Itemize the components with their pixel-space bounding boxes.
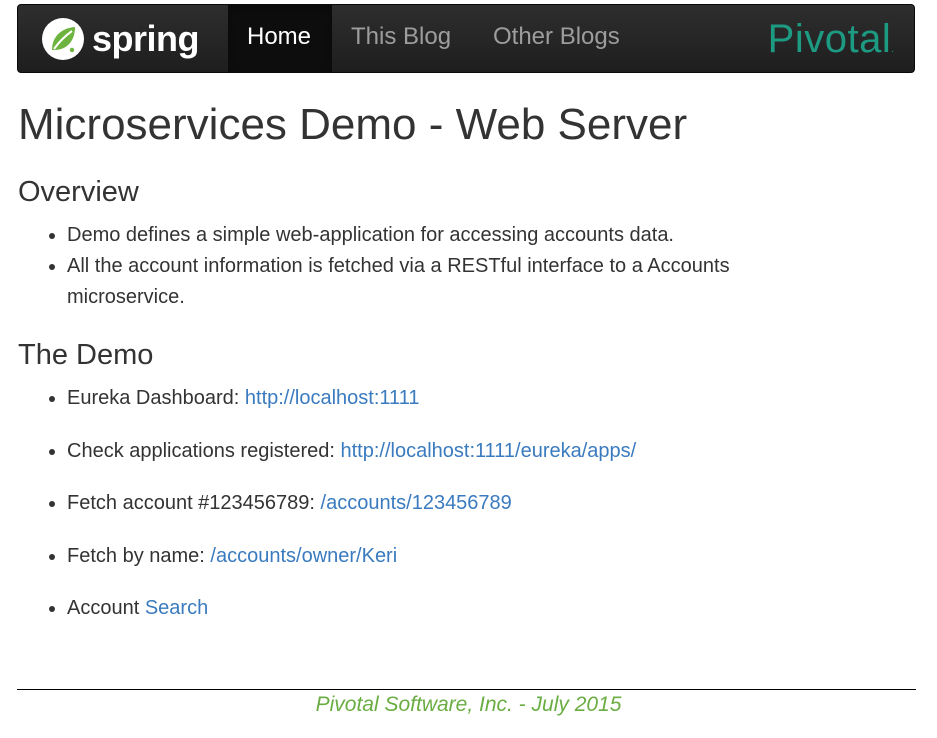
overview-heading: Overview	[18, 176, 139, 208]
overview-list: Demo defines a simple web-application fo…	[27, 220, 827, 313]
spring-wordmark: spring	[92, 18, 200, 59]
spring-logo[interactable]: spring	[42, 16, 200, 62]
list-item: All the account information is fetched v…	[67, 251, 827, 313]
list-item: Demo defines a simple web-application fo…	[67, 220, 827, 251]
list-item-label: Fetch account #123456789:	[67, 492, 321, 514]
account-search-link[interactable]: Search	[145, 597, 208, 619]
fetch-by-name-link[interactable]: /accounts/owner/Keri	[210, 545, 397, 567]
top-navbar: spring Home This Blog Other Blogs Pivota…	[17, 4, 915, 73]
demo-heading: The Demo	[18, 339, 154, 371]
nav-home[interactable]: Home	[228, 5, 332, 72]
fetch-account-link[interactable]: /accounts/123456789	[321, 492, 512, 514]
pivotal-wordmark: Pivotal	[767, 17, 892, 61]
footer-copyright: Pivotal Software, Inc. - July 2015	[315, 693, 622, 716]
page-title: Microservices Demo - Web Server	[18, 100, 688, 149]
list-item: Fetch account #123456789: /accounts/1234…	[67, 488, 827, 519]
list-item-label: Account	[67, 597, 145, 619]
list-item-label: Eureka Dashboard:	[67, 387, 245, 409]
list-item: Check applications registered: http://lo…	[67, 436, 827, 467]
eureka-dashboard-link[interactable]: http://localhost:1111	[245, 387, 420, 409]
pivotal-logo-mark: .	[891, 44, 894, 55]
list-item: Account Search	[67, 593, 827, 624]
eureka-apps-link[interactable]: http://localhost:1111/eureka/apps/	[340, 440, 636, 462]
list-item: Eureka Dashboard: http://localhost:1111	[67, 383, 827, 414]
spring-leaf-icon	[42, 18, 84, 60]
list-item-label: Check applications registered:	[67, 439, 341, 462]
nav-other-blogs[interactable]: Other Blogs	[474, 5, 639, 72]
demo-list: Eureka Dashboard: http://localhost:1111 …	[27, 383, 827, 646]
list-item: Fetch by name: /accounts/owner/Keri	[67, 541, 827, 572]
pivotal-logo[interactable]: Pivotal.	[768, 18, 894, 71]
list-item-label: Fetch by name:	[67, 544, 211, 567]
nav-this-blog[interactable]: This Blog	[332, 5, 470, 72]
